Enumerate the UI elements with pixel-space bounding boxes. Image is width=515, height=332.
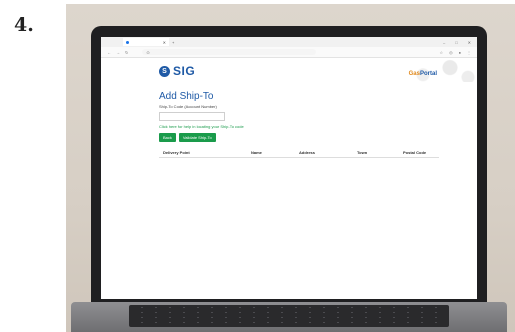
back-button[interactable]: Back bbox=[159, 133, 176, 142]
column-header-name[interactable]: Name bbox=[247, 148, 295, 158]
toolbar-icons: ☆ ◎ ● ⋮ bbox=[439, 50, 471, 55]
sig-logo[interactable]: S SIG bbox=[159, 64, 195, 78]
ship-to-code-input[interactable] bbox=[159, 112, 225, 121]
new-tab-icon[interactable]: + bbox=[172, 40, 174, 45]
step-number: 4. bbox=[14, 14, 34, 36]
bookmark-star-icon[interactable]: ☆ bbox=[439, 50, 443, 55]
laptop-photo: ✕ + – □ ✕ ← → ↻ ⊙ ☆ ◎ ● ⋮ S SIG GasPorta… bbox=[66, 4, 515, 332]
help-link[interactable]: Click here for help in locating your Shi… bbox=[159, 124, 459, 129]
ship-to-code-label: Ship-To Code (Account Number) bbox=[159, 104, 217, 109]
site-header: S SIG GasPortal bbox=[101, 58, 477, 82]
logo-text: SIG bbox=[173, 64, 196, 78]
tab-bar: ✕ + – □ ✕ bbox=[101, 37, 477, 47]
browser-tab[interactable]: ✕ bbox=[123, 38, 169, 46]
back-arrow-icon[interactable]: ← bbox=[107, 50, 111, 55]
column-header-postal-code[interactable]: Postal Code bbox=[399, 148, 439, 158]
keyboard bbox=[129, 305, 449, 327]
profile-icon[interactable]: ● bbox=[459, 50, 461, 55]
nav-controls: ← → ↻ bbox=[107, 50, 128, 55]
header-pattern bbox=[387, 58, 477, 82]
sig-logo-icon: S bbox=[159, 65, 170, 77]
laptop-lid: ✕ + – □ ✕ ← → ↻ ⊙ ☆ ◎ ● ⋮ S SIG GasPorta… bbox=[91, 26, 487, 304]
minimize-icon[interactable]: – bbox=[443, 40, 445, 45]
window-controls: – □ ✕ bbox=[443, 40, 471, 45]
maximize-icon[interactable]: □ bbox=[455, 40, 457, 45]
gasportal-portal: Portal bbox=[419, 71, 437, 77]
menu-icon[interactable]: ⋮ bbox=[467, 50, 471, 55]
main-content: Add Ship-To Ship-To Code (Account Number… bbox=[159, 91, 459, 158]
browser-window: ✕ + – □ ✕ ← → ↻ ⊙ ☆ ◎ ● ⋮ S SIG GasPorta… bbox=[101, 37, 477, 299]
url-input[interactable]: ⊙ bbox=[142, 49, 317, 55]
page-title: Add Ship-To bbox=[159, 91, 214, 102]
forward-arrow-icon[interactable]: → bbox=[116, 50, 120, 55]
ship-to-table: Delivery Point Name Address Town Postal … bbox=[159, 148, 439, 158]
button-row: Back Validate Ship-To bbox=[159, 133, 459, 142]
laptop-base bbox=[71, 302, 507, 332]
address-bar-row: ← → ↻ ⊙ ☆ ◎ ● ⋮ bbox=[101, 47, 477, 58]
gasportal-gas: Gas bbox=[408, 71, 420, 77]
validate-ship-to-button[interactable]: Validate Ship-To bbox=[178, 133, 216, 142]
column-header-address[interactable]: Address bbox=[295, 148, 353, 158]
table-header-row: Delivery Point Name Address Town Postal … bbox=[159, 148, 439, 158]
tab-close-icon[interactable]: ✕ bbox=[163, 40, 166, 45]
column-header-delivery-point[interactable]: Delivery Point bbox=[159, 148, 247, 158]
column-header-town[interactable]: Town bbox=[353, 148, 399, 158]
tab-favicon-icon bbox=[126, 40, 129, 44]
reload-icon[interactable]: ↻ bbox=[125, 50, 128, 55]
gasportal-logo: GasPortal bbox=[409, 71, 437, 77]
lock-icon: ⊙ bbox=[146, 49, 150, 55]
extensions-icon[interactable]: ◎ bbox=[449, 50, 453, 55]
close-window-icon[interactable]: ✕ bbox=[468, 40, 471, 45]
